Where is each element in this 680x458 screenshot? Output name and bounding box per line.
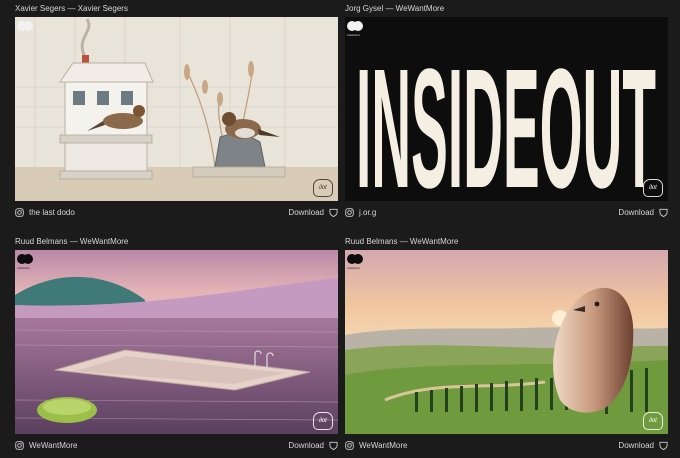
instagram-icon bbox=[15, 208, 24, 217]
card-author: Ruud Belmans — WeWantMore bbox=[345, 237, 459, 246]
download-label: Download bbox=[618, 441, 654, 450]
instagram-icon bbox=[345, 208, 354, 217]
card-author: Jorg Gysel — WeWantMore bbox=[345, 4, 445, 13]
heart-shield-icon bbox=[329, 441, 338, 450]
download-button[interactable]: Download bbox=[288, 208, 338, 217]
insideout-badge: InsideOut bbox=[17, 254, 35, 272]
handle-link[interactable]: WeWantMore bbox=[345, 441, 407, 450]
card-footer: WeWantMore Download bbox=[345, 441, 668, 455]
ilot-watermark: ilot bbox=[313, 412, 333, 430]
card-thumbnail[interactable]: InsideOut ilot bbox=[345, 250, 668, 434]
card-thumbnail[interactable]: INSIDEOUT InsideOut ilot bbox=[345, 17, 668, 201]
ilot-watermark: ilot bbox=[643, 412, 663, 430]
artwork-tuscany-bird bbox=[345, 250, 668, 434]
gallery-card: Xavier Segers — Xavier Segers InsideOut … bbox=[15, 3, 338, 217]
download-button[interactable]: Download bbox=[618, 441, 668, 450]
download-label: Download bbox=[288, 441, 324, 450]
gallery-card: Ruud Belmans — WeWantMore InsideOut ilot… bbox=[15, 236, 338, 450]
card-thumbnail[interactable]: InsideOut ilot bbox=[15, 250, 338, 434]
handle-link[interactable]: j.or.g bbox=[345, 208, 376, 217]
card-author: Ruud Belmans — WeWantMore bbox=[15, 237, 129, 246]
insideout-badge: InsideOut bbox=[347, 21, 365, 39]
instagram-icon bbox=[345, 441, 354, 450]
heart-shield-icon bbox=[329, 208, 338, 217]
download-button[interactable]: Download bbox=[618, 208, 668, 217]
download-label: Download bbox=[618, 208, 654, 217]
card-footer: the last dodo Download bbox=[15, 208, 338, 222]
insideout-badge: InsideOut bbox=[347, 254, 365, 272]
ilot-watermark: ilot bbox=[643, 179, 663, 197]
artwork-insideout-type: INSIDEOUT bbox=[345, 17, 668, 201]
gallery-card: Ruud Belmans — WeWantMore InsideOut ilot… bbox=[345, 236, 668, 450]
ilot-watermark: ilot bbox=[313, 179, 333, 197]
instagram-icon bbox=[15, 441, 24, 450]
artwork-pool-lake bbox=[15, 250, 338, 434]
heart-shield-icon bbox=[659, 441, 668, 450]
card-footer: j.or.g Download bbox=[345, 208, 668, 222]
artwork-birdhouse bbox=[15, 17, 338, 201]
card-thumbnail[interactable]: InsideOut ilot bbox=[15, 17, 338, 201]
card-author: Xavier Segers — Xavier Segers bbox=[15, 4, 128, 13]
svg-text:INSIDEOUT: INSIDEOUT bbox=[356, 34, 656, 201]
insideout-badge: InsideOut bbox=[17, 21, 35, 39]
download-label: Download bbox=[288, 208, 324, 217]
card-footer: WeWantMore Download bbox=[15, 441, 338, 455]
handle-link[interactable]: WeWantMore bbox=[15, 441, 77, 450]
handle-label: j.or.g bbox=[359, 208, 377, 217]
gallery-card: Jorg Gysel — WeWantMore INSIDEOUT Inside… bbox=[345, 3, 668, 217]
heart-shield-icon bbox=[659, 208, 668, 217]
download-button[interactable]: Download bbox=[288, 441, 338, 450]
handle-label: WeWantMore bbox=[359, 441, 408, 450]
handle-label: the last dodo bbox=[29, 208, 75, 217]
handle-label: WeWantMore bbox=[29, 441, 78, 450]
handle-link[interactable]: the last dodo bbox=[15, 208, 75, 217]
